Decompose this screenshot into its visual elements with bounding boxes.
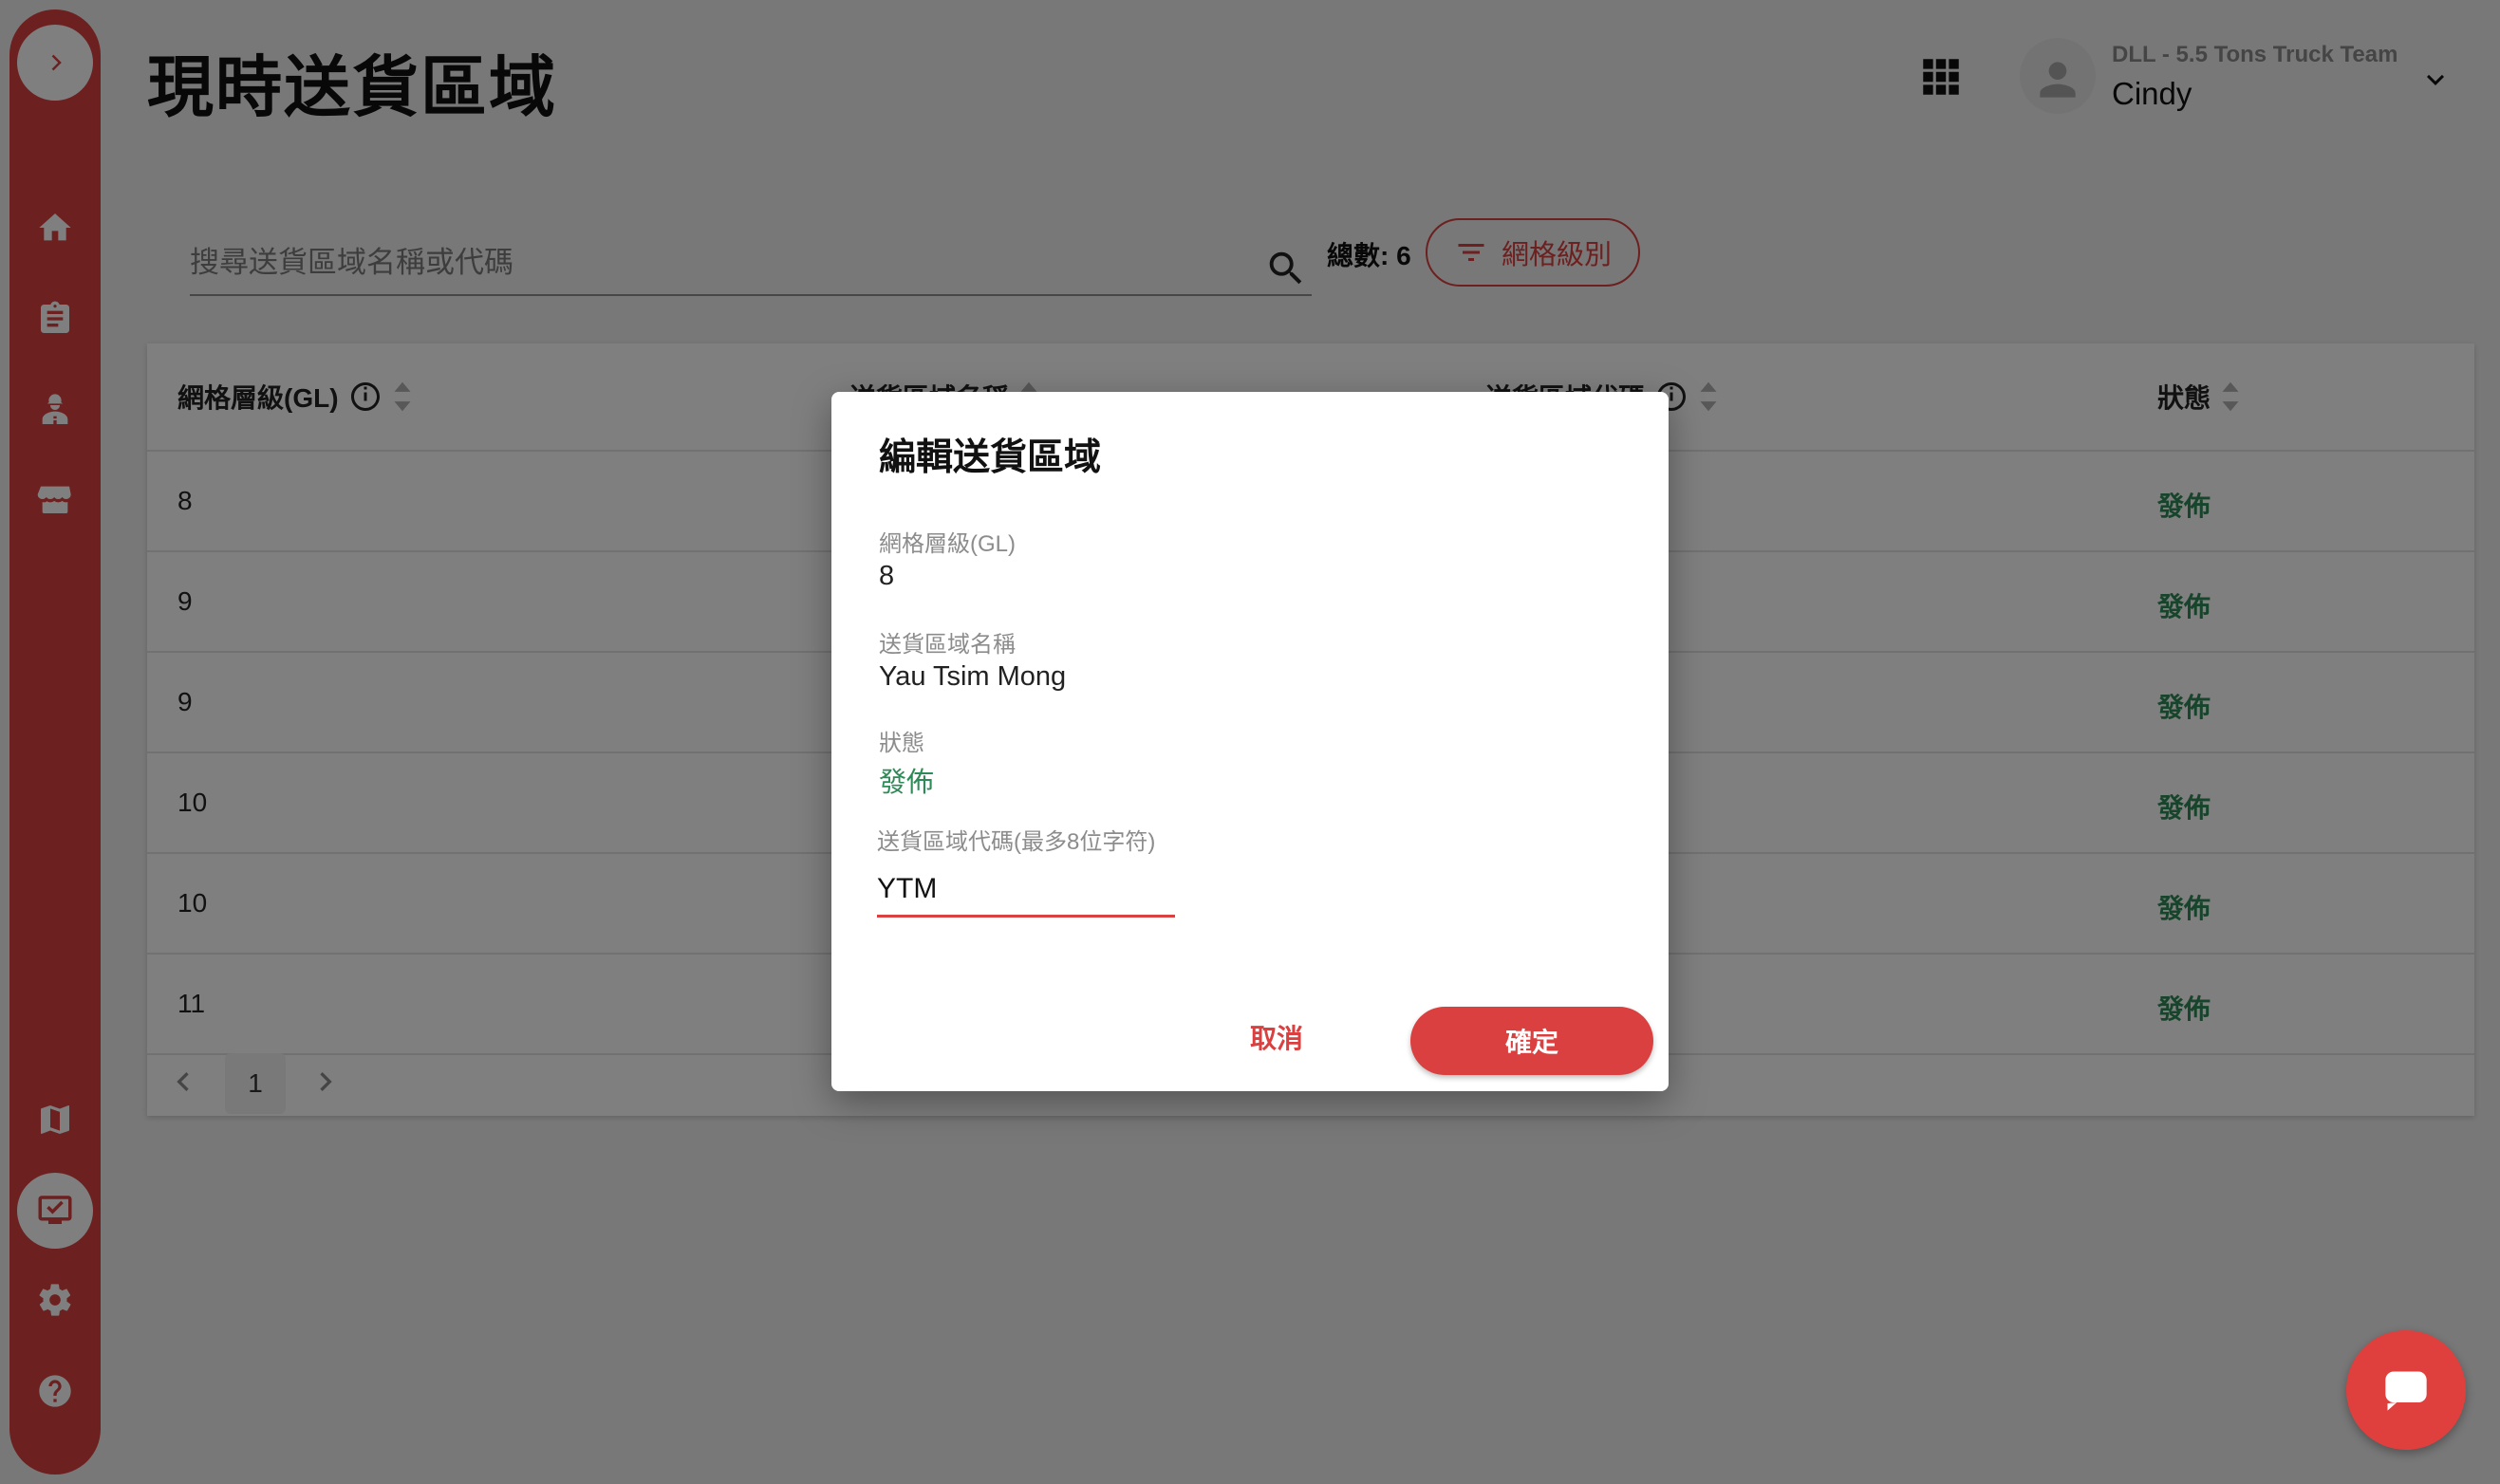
confirm-button[interactable]: 確定 [1410,1007,1653,1075]
grid-level-label: 網格層級(GL) [879,531,1016,557]
edit-delivery-area-dialog: 編輯送貨區域 網格層級(GL) 8 送貨區域名稱 Yau Tsim Mong 狀… [831,392,1669,1091]
area-name-value: Yau Tsim Mong [879,661,1067,692]
area-code-field [877,864,1175,918]
cancel-button[interactable]: 取消 [1224,1011,1329,1064]
chat-button[interactable] [2346,1330,2466,1450]
chat-bubble-icon [2385,1371,2427,1411]
area-code-label: 送貨區域代碼(最多8位字符) [877,829,1156,855]
area-code-input[interactable] [877,864,1175,914]
status-value: 發佈 [879,768,935,798]
area-name-label: 送貨區域名稱 [879,632,1016,658]
dialog-title: 編輯送貨區域 [879,437,1102,478]
status-label: 狀態 [879,731,924,756]
grid-level-value: 8 [879,561,895,591]
